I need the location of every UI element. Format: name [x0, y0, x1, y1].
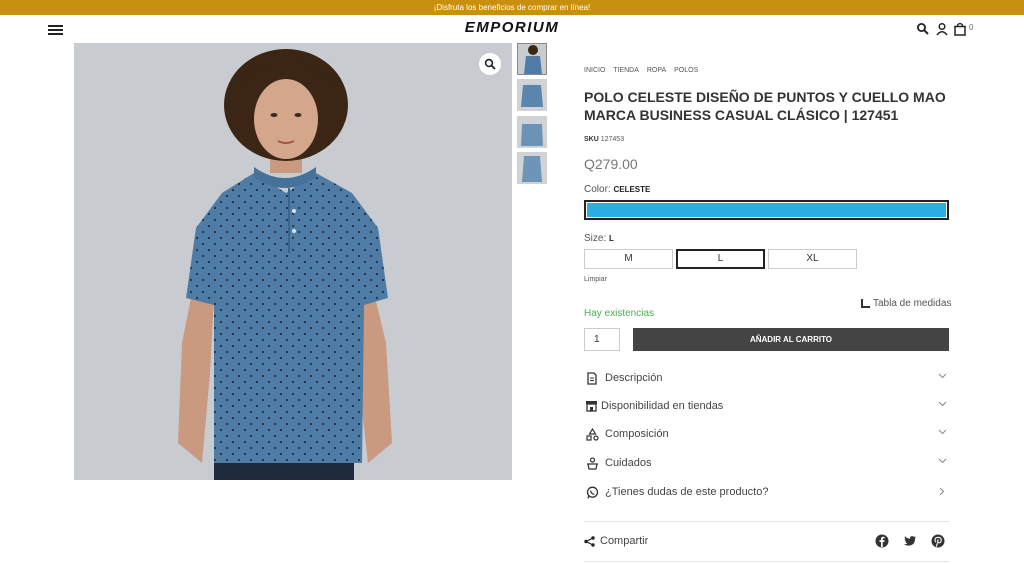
chevron-right-icon	[939, 487, 945, 496]
divider	[584, 561, 949, 562]
breadcrumb-polos[interactable]: POLOS	[674, 67, 698, 74]
menu-icon[interactable]	[48, 25, 63, 35]
user-icon[interactable]	[935, 22, 949, 36]
color-label-text: Color:	[584, 184, 611, 195]
accordion-description[interactable]: Descripción	[584, 368, 949, 388]
zoom-icon	[484, 58, 496, 70]
facebook-icon[interactable]	[875, 534, 889, 548]
chevron-down-icon	[938, 429, 947, 435]
product-main-image[interactable]	[74, 43, 512, 480]
twitter-icon[interactable]	[903, 534, 917, 548]
add-to-cart-button[interactable]: AÑADIR AL CARRITO	[633, 328, 949, 351]
sku-label: SKU	[584, 136, 599, 143]
breadcrumb-clothing[interactable]: ROPA	[647, 67, 666, 74]
header: EMPORIUM 0	[0, 15, 1024, 43]
breadcrumb-store[interactable]: TIENDA	[613, 67, 639, 74]
chevron-down-icon	[938, 373, 947, 379]
search-icon[interactable]	[916, 22, 930, 36]
accordion-store-availability[interactable]: Disponibilidad en tiendas	[584, 396, 949, 416]
color-swatch-celeste[interactable]	[584, 200, 949, 220]
size-option-xl[interactable]: XL	[768, 249, 857, 269]
share-button[interactable]: Compartir	[584, 535, 648, 547]
size-label-text: Size:	[584, 233, 607, 244]
sku-value: 127453	[600, 136, 625, 143]
share-icon	[584, 535, 595, 547]
product-title: POLO CELESTE DISEÑO DE PUNTOS Y CUELLO M…	[584, 89, 946, 123]
thumbnail-3[interactable]	[517, 116, 547, 148]
ruler-icon	[861, 299, 870, 308]
size-label: Size: L	[584, 233, 614, 244]
breadcrumb-home[interactable]: INICIO	[584, 67, 605, 74]
document-icon	[584, 370, 600, 386]
clear-selection-link[interactable]: Limpiar	[584, 276, 607, 283]
size-chart-label: Tabla de medidas	[873, 298, 952, 309]
product-photo	[74, 43, 512, 480]
share-label: Compartir	[600, 535, 649, 547]
zoom-button[interactable]	[479, 53, 501, 75]
accordion-product-questions[interactable]: ¿Tienes dudas de este producto?	[584, 482, 949, 502]
accordion-label: Composición	[605, 428, 669, 440]
chevron-down-icon	[938, 458, 947, 464]
color-label: Color: CELESTE	[584, 184, 650, 195]
sku: SKU 127453	[584, 136, 624, 143]
promo-bar: ¡Disfruta los beneficios de comprar en l…	[0, 0, 1024, 15]
size-chart-link[interactable]: Tabla de medidas	[861, 298, 951, 309]
stock-status: Hay existencias	[584, 308, 655, 319]
shapes-icon	[584, 426, 600, 442]
thumbnail-1[interactable]	[517, 43, 547, 75]
size-option-l[interactable]: L	[676, 249, 765, 269]
breadcrumb: INICIO TIENDA ROPA POLOS	[584, 67, 704, 74]
accordion-label: Cuidados	[605, 457, 652, 469]
accordion-label: Disponibilidad en tiendas	[601, 400, 724, 412]
divider	[584, 521, 949, 522]
logo[interactable]: EMPORIUM	[420, 19, 604, 36]
pinterest-icon[interactable]	[931, 534, 945, 548]
product-price: Q279.00	[584, 156, 638, 172]
accordion-composition[interactable]: Composición	[584, 424, 949, 444]
accordion-label: ¿Tienes dudas de este producto?	[605, 486, 769, 498]
accordion-care[interactable]: Cuidados	[584, 453, 949, 473]
color-value: CELESTE	[613, 185, 651, 194]
quantity-input[interactable]: 1	[584, 328, 620, 351]
cart-icon[interactable]	[953, 22, 967, 36]
thumbnail-2[interactable]	[517, 79, 547, 111]
care-icon	[584, 455, 600, 471]
size-value: L	[609, 234, 614, 243]
cart-count: 0	[969, 23, 974, 32]
size-option-m[interactable]: M	[584, 249, 673, 269]
accordion-label: Descripción	[605, 372, 663, 384]
chevron-down-icon	[938, 401, 947, 407]
store-icon	[584, 398, 598, 414]
thumbnail-4[interactable]	[517, 152, 547, 184]
whatsapp-icon	[584, 484, 600, 500]
